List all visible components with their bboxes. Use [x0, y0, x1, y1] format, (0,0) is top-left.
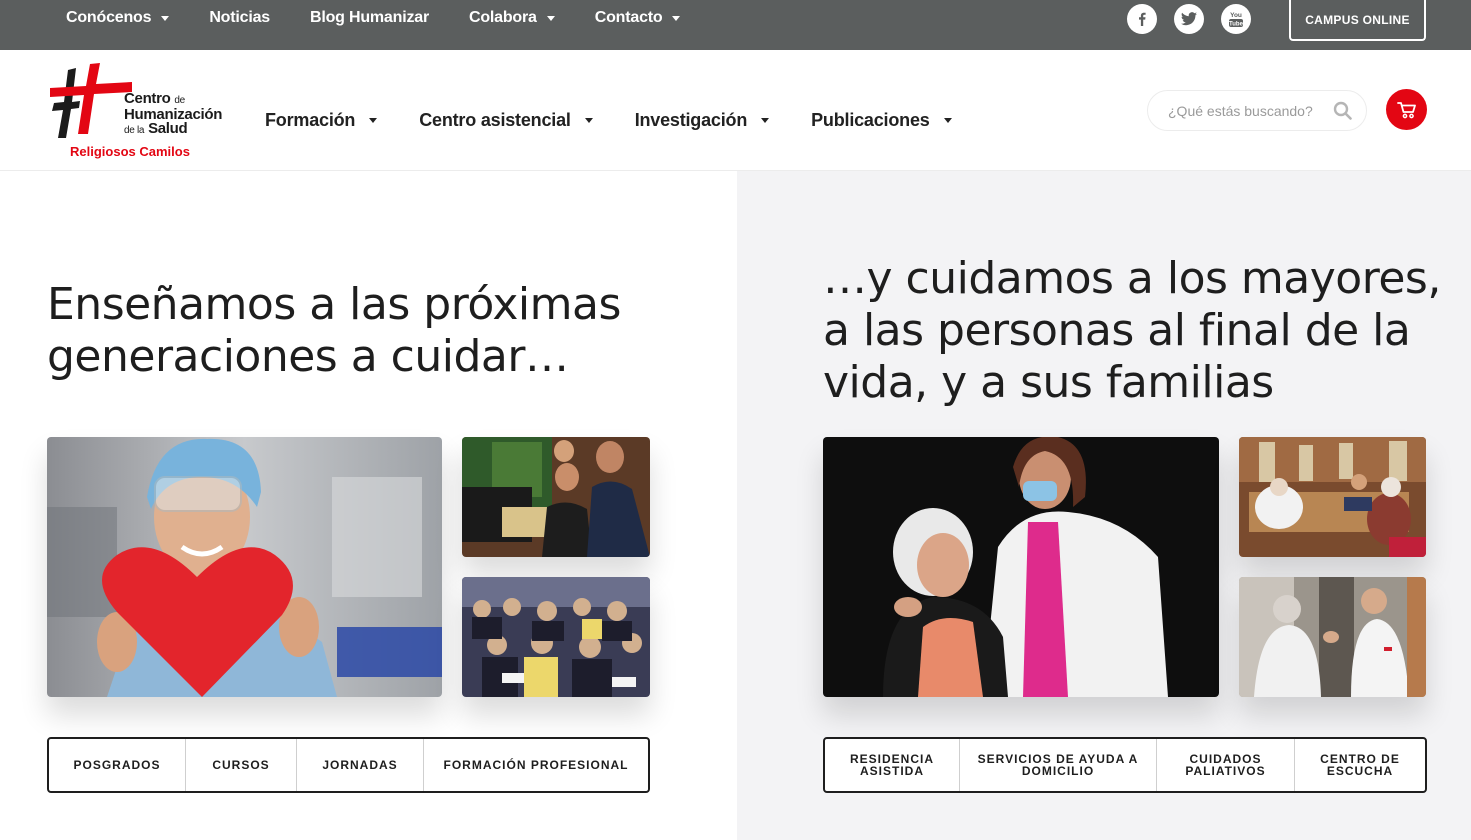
ayuda-domicilio-label-2: DOMICILIO [1021, 764, 1095, 778]
top-nav: Conócenos Noticias Blog Humanizar Colabo… [66, 0, 720, 36]
asistencial-headline-line3: vida, y a sus familias [823, 357, 1274, 408]
cursos-button[interactable]: CURSOS [186, 739, 297, 791]
search-icon[interactable] [1333, 101, 1352, 125]
logo-text: Centro de Humanización de la Salud [124, 90, 222, 138]
svg-text:Tube: Tube [1229, 22, 1244, 28]
logo-line3-small: de la [124, 125, 145, 136]
formacion-headline: Enseñamos a las próximas generaciones a … [47, 279, 687, 383]
nav-publicaciones-label: Publicaciones [811, 110, 930, 130]
formacion-buttons: POSGRADOS CURSOS JORNADAS FORMACIÓN PROF… [47, 737, 650, 793]
posgrados-button[interactable]: POSGRADOS [49, 739, 186, 791]
cuidados-paliativos-label-2: PALIATIVOS [1185, 764, 1266, 778]
nav-centro-asistencial-label: Centro asistencial [419, 110, 571, 130]
twitter-icon[interactable] [1174, 4, 1204, 34]
asistencial-buttons: RESIDENCIA ASISTIDA SERVICIOS DE AYUDA A… [823, 737, 1427, 793]
chevron-down-icon [369, 118, 378, 123]
activity-room-photo [1239, 437, 1426, 557]
cross-logo-icon [50, 63, 132, 138]
students-computer-photo [462, 437, 650, 557]
social-links: You Tube [1127, 4, 1251, 34]
search-input[interactable] [1168, 102, 1318, 119]
topnav-blog[interactable]: Blog Humanizar [310, 9, 429, 27]
logo-line1: Centro [124, 90, 171, 107]
residencia-asistida-label-2: ASISTIDA [859, 764, 924, 778]
nurse-heart-photo [47, 437, 442, 697]
main-header: Centro de Humanización de la Salud Relig… [0, 50, 1471, 171]
ayuda-domicilio-button[interactable]: SERVICIOS DE AYUDA A DOMICILIO [960, 739, 1157, 791]
main-nav: Formación Centro asistencial Investigaci… [265, 110, 994, 131]
cuidados-paliativos-button[interactable]: CUIDADOS PALIATIVOS [1157, 739, 1295, 791]
topnav-contacto[interactable]: Contacto [595, 9, 681, 27]
svg-text:You: You [1230, 12, 1242, 19]
asistencial-headline-line2: a las personas al final de la [823, 305, 1411, 356]
nav-publicaciones[interactable]: Publicaciones [811, 110, 952, 131]
chevron-down-icon [161, 15, 170, 21]
search-box [1147, 90, 1367, 131]
topnav-noticias[interactable]: Noticias [209, 9, 270, 27]
doctor-elderly-couple-photo [1239, 577, 1426, 697]
campus-online-button[interactable]: CAMPUS ONLINE [1289, 0, 1426, 41]
topnav-colabora[interactable]: Colabora [469, 9, 555, 27]
lecture-audience-photo [462, 577, 650, 697]
site-logo[interactable]: Centro de Humanización de la Salud Relig… [46, 62, 236, 162]
formacion-headline-line1: Enseñamos a las próximas [47, 279, 621, 330]
asistencial-headline-line1: …y cuidamos a los mayores, [823, 253, 1441, 304]
cart-button[interactable] [1386, 89, 1427, 130]
topnav-noticias-label: Noticias [209, 9, 270, 26]
topnav-blog-label: Blog Humanizar [309, 9, 429, 26]
nav-investigacion[interactable]: Investigación [634, 110, 770, 131]
logo-tagline: Religiosos Camilos [70, 144, 190, 159]
topnav-colabora-label: Colabora [468, 9, 537, 26]
residencia-asistida-button[interactable]: RESIDENCIA ASISTIDA [825, 739, 960, 791]
logo-line3: Salud [148, 120, 188, 137]
formacion-headline-line2: generaciones a cuidar… [47, 331, 569, 382]
topnav-contacto-label: Contacto [594, 9, 663, 26]
jornadas-button[interactable]: JORNADAS [297, 739, 424, 791]
youtube-icon[interactable]: You Tube [1221, 4, 1251, 34]
asistencial-headline: …y cuidamos a los mayores, a las persona… [823, 253, 1443, 409]
formacion-profesional-button[interactable]: FORMACIÓN PROFESIONAL [424, 739, 648, 791]
chevron-down-icon [672, 15, 681, 21]
doctor-elderly-photo [823, 437, 1219, 697]
nav-formacion-label: Formación [265, 110, 356, 130]
chevron-down-icon [584, 118, 593, 123]
formacion-panel: Enseñamos a las próximas generaciones a … [0, 171, 737, 840]
centro-escucha-label-2: ESCUCHA [1326, 764, 1394, 778]
chevron-down-icon [943, 118, 952, 123]
top-bar: Conócenos Noticias Blog Humanizar Colabo… [0, 0, 1471, 50]
nav-centro-asistencial[interactable]: Centro asistencial [419, 110, 593, 131]
chevron-down-icon [761, 118, 770, 123]
topnav-conocenos-label: Conócenos [66, 9, 152, 26]
chevron-down-icon [546, 15, 555, 21]
centro-escucha-button[interactable]: CENTRO DE ESCUCHA [1295, 739, 1425, 791]
topnav-conocenos[interactable]: Conócenos [66, 9, 170, 27]
facebook-icon[interactable] [1127, 4, 1157, 34]
logo-line1-small: de [174, 95, 185, 106]
nav-investigacion-label: Investigación [634, 110, 748, 130]
asistencial-panel: …y cuidamos a los mayores, a las persona… [737, 171, 1471, 840]
nav-formacion[interactable]: Formación [265, 110, 378, 131]
cart-icon [1396, 101, 1416, 118]
